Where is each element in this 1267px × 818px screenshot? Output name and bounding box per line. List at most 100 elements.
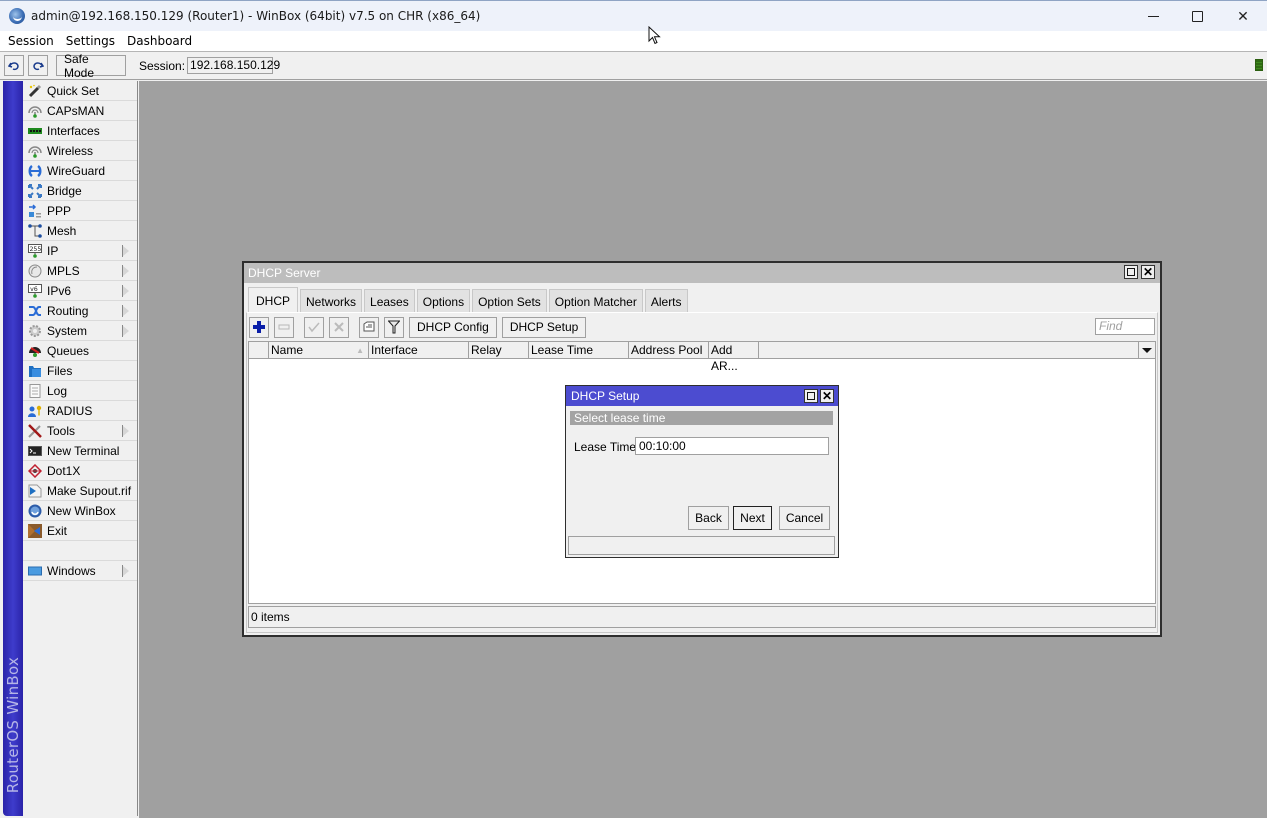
- minimize-icon: [1147, 16, 1159, 17]
- sidebar-item-queues[interactable]: Queues: [23, 341, 137, 361]
- sidebar-item-files[interactable]: Files: [23, 361, 137, 381]
- dhcp-server-titlebar[interactable]: DHCP Server: [244, 263, 1160, 283]
- menu-dashboard[interactable]: Dashboard: [123, 34, 196, 48]
- dhcp-setup-button[interactable]: DHCP Setup: [501, 316, 587, 338]
- cancel-button[interactable]: Cancel: [779, 506, 830, 530]
- undo-button[interactable]: [4, 55, 24, 76]
- sidebar-item-mpls[interactable]: MPLS: [23, 261, 137, 281]
- list-toolbar: DHCP Config DHCP Setup: [249, 315, 591, 339]
- add-button[interactable]: [249, 316, 269, 338]
- remove-button[interactable]: [274, 316, 294, 338]
- find-input[interactable]: Find: [1095, 318, 1155, 335]
- sidebar-item-wireguard[interactable]: WireGuard: [23, 161, 137, 181]
- sidebar-item-system[interactable]: System: [23, 321, 137, 341]
- windows-icon: [28, 564, 42, 578]
- column-header-relay[interactable]: Relay: [469, 342, 529, 358]
- filter-button[interactable]: [384, 316, 404, 338]
- mesh-icon: [28, 223, 42, 238]
- tools-icon: [28, 423, 42, 438]
- tab-options[interactable]: Options: [416, 289, 471, 313]
- column-header-interface[interactable]: Interface: [369, 342, 469, 358]
- lease-time-input[interactable]: 00:10:00: [635, 437, 829, 455]
- tab-option-matcher[interactable]: Option Matcher: [548, 289, 643, 313]
- safe-mode-button[interactable]: Safe Mode: [56, 52, 126, 80]
- undo-icon: [8, 61, 19, 70]
- dhcp-setup-status-bar: [568, 536, 835, 555]
- column-header-flags[interactable]: [249, 342, 269, 358]
- sidebar-item-wireless[interactable]: Wireless: [23, 141, 137, 161]
- dot1x-icon: [28, 463, 42, 478]
- sidebar-item-ppp[interactable]: PPP: [23, 201, 137, 221]
- setup-step-heading: Select lease time: [570, 411, 833, 425]
- sidebar-item-windows[interactable]: Windows: [23, 561, 137, 581]
- bridge-icon: [28, 183, 42, 198]
- dhcp-server-maximize-button[interactable]: [1124, 265, 1138, 279]
- sidebar-item-ipv6[interactable]: v6 IPv6: [23, 281, 137, 301]
- column-header-name[interactable]: Name ▲: [269, 342, 369, 358]
- sidebar-item-interfaces[interactable]: Interfaces: [23, 121, 137, 141]
- tab-option-sets[interactable]: Option Sets: [472, 289, 547, 313]
- enable-button[interactable]: [304, 316, 324, 338]
- tab-alerts[interactable]: Alerts: [644, 289, 688, 313]
- ipv6-icon: v6: [28, 283, 42, 298]
- sidebar-item-log[interactable]: Log: [23, 381, 137, 401]
- sidebar-item-bridge[interactable]: Bridge: [23, 181, 137, 201]
- sidebar-item-capsman[interactable]: CAPsMAN: [23, 101, 137, 121]
- close-icon: ✕: [1237, 8, 1249, 25]
- submenu-arrow-icon: [122, 565, 129, 577]
- close-button[interactable]: ✕: [1220, 1, 1266, 32]
- svg-text:255: 255: [30, 245, 42, 253]
- redo-button[interactable]: [28, 55, 48, 76]
- tab-leases[interactable]: Leases: [364, 289, 415, 313]
- brand-text: RouterOS WinBox: [4, 656, 22, 794]
- sidebar-item-mesh[interactable]: Mesh: [23, 221, 137, 241]
- sidebar-item-new-terminal[interactable]: New Terminal: [23, 441, 137, 461]
- connection-indicator-icon: [1255, 59, 1263, 71]
- minus-icon: [278, 324, 290, 330]
- sidebar-item-quick-set[interactable]: Quick Set: [23, 81, 137, 101]
- menubar: Session Settings Dashboard: [0, 31, 1267, 52]
- comment-button[interactable]: [359, 316, 379, 338]
- dhcp-setup-title: DHCP Setup: [571, 389, 640, 403]
- mouse-cursor-icon: [648, 26, 661, 45]
- sidebar-item-new-winbox[interactable]: New WinBox: [23, 501, 137, 521]
- session-field[interactable]: 192.168.150.129: [187, 57, 280, 74]
- sidebar-item-ip[interactable]: 255 IP: [23, 241, 137, 261]
- maximize-button[interactable]: [1174, 1, 1220, 32]
- sidebar-item-routing[interactable]: Routing: [23, 301, 137, 321]
- column-header-add-arp[interactable]: Add AR...: [709, 342, 759, 373]
- next-button[interactable]: Next: [733, 506, 772, 530]
- minimize-button[interactable]: [1130, 1, 1176, 32]
- sidebar-item-dot1x[interactable]: Dot1X: [23, 461, 137, 481]
- column-header-address-pool[interactable]: Address Pool: [629, 342, 709, 358]
- winbox-app-icon: [9, 8, 25, 24]
- dhcp-setup-close-button[interactable]: ✕: [820, 389, 834, 403]
- app-titlebar[interactable]: admin@192.168.150.129 (Router1) - WinBox…: [0, 0, 1267, 31]
- sidebar-item-make-supout[interactable]: Make Supout.rif: [23, 481, 137, 501]
- sidebar-item-exit[interactable]: Exit: [23, 521, 137, 541]
- submenu-arrow-icon: [122, 245, 129, 257]
- submenu-arrow-icon: [122, 305, 129, 317]
- menu-settings[interactable]: Settings: [62, 34, 119, 48]
- column-header-lease-time[interactable]: Lease Time: [529, 342, 629, 358]
- maximize-icon: [1127, 268, 1135, 276]
- gear-icon: [28, 324, 42, 338]
- disable-button[interactable]: [329, 316, 349, 338]
- dropdown-arrow-icon: [1142, 348, 1152, 353]
- comment-icon: [363, 321, 375, 332]
- filter-icon: [388, 320, 400, 334]
- window-title: admin@192.168.150.129 (Router1) - WinBox…: [31, 9, 481, 23]
- supout-icon: [28, 484, 42, 498]
- dhcp-config-button[interactable]: DHCP Config: [409, 316, 497, 338]
- dhcp-setup-maximize-button[interactable]: [804, 389, 818, 403]
- antenna-icon: [28, 104, 42, 118]
- back-button[interactable]: Back: [688, 506, 729, 530]
- sidebar-item-tools[interactable]: Tools: [23, 421, 137, 441]
- sidebar-item-radius[interactable]: RADIUS: [23, 401, 137, 421]
- dhcp-setup-titlebar[interactable]: DHCP Setup: [566, 386, 838, 406]
- dhcp-server-close-button[interactable]: ✕: [1141, 265, 1155, 279]
- tab-networks[interactable]: Networks: [300, 289, 363, 313]
- column-chooser-button[interactable]: [1138, 342, 1155, 359]
- menu-session[interactable]: Session: [4, 34, 58, 48]
- tab-dhcp[interactable]: DHCP: [248, 287, 299, 313]
